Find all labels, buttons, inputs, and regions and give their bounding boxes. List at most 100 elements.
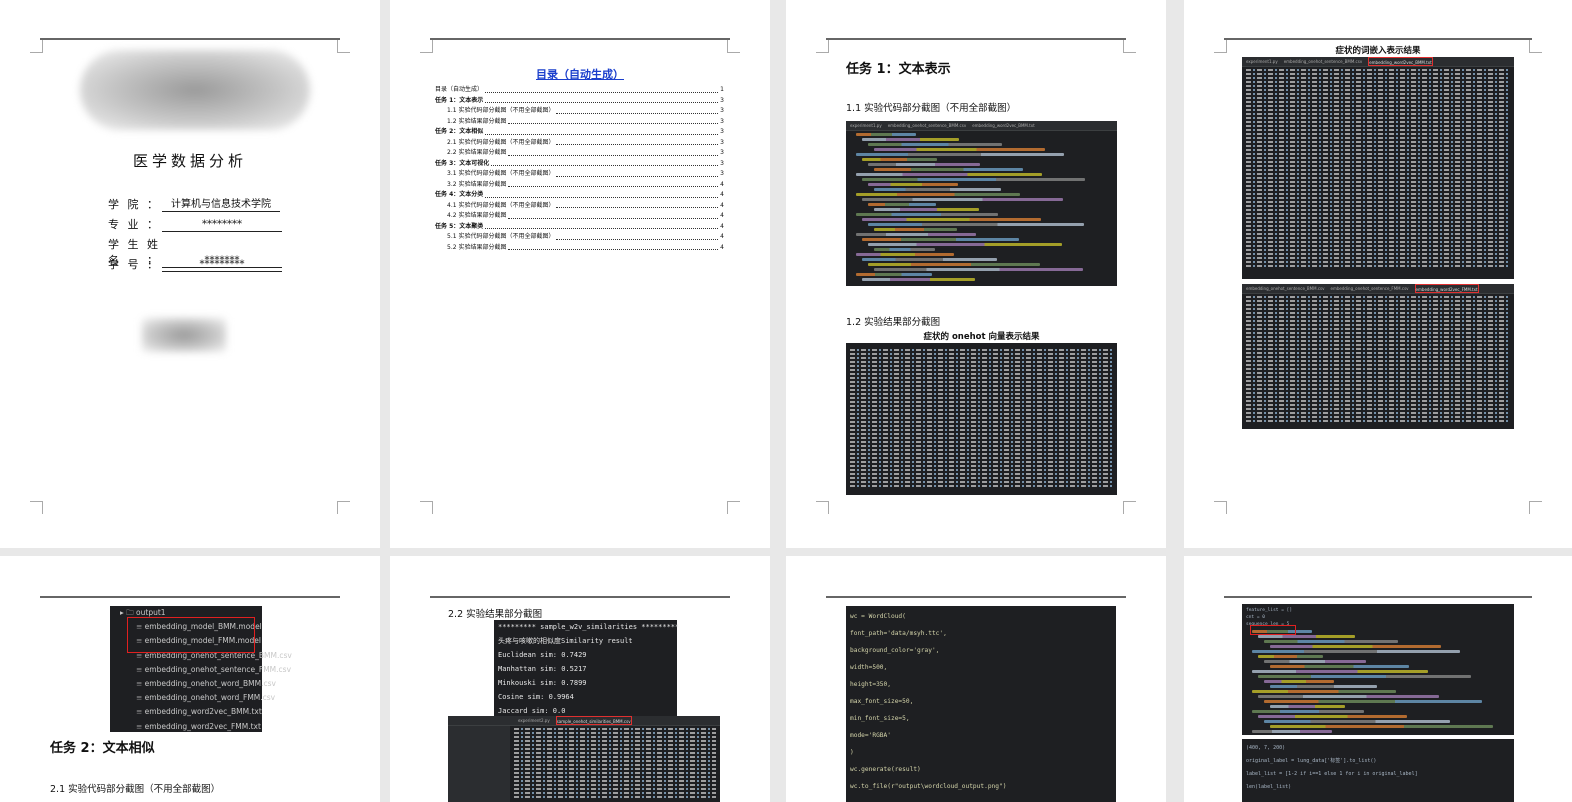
toc-entry[interactable]: 2.1 实验代码部分截图（不用全部截图） 3 <box>435 138 724 149</box>
wordcloud-code-screenshot: wc = WordCloud( font_path='data/msyh.ttc… <box>846 606 1116 802</box>
toc-entry-text: 4.1 实验代码部分截图（不用全部截图） <box>447 201 555 209</box>
crop-mark <box>30 501 43 514</box>
toc-entry[interactable]: 5.1 实验代码部分截图（不用全部截图） 4 <box>435 232 724 243</box>
word2vec-screenshot-top: experiment1.py embedding_onehot_sentence… <box>1242 57 1514 279</box>
output-line <box>514 736 716 738</box>
toc-entry[interactable]: 任务 2：文本相似 3 <box>435 127 724 138</box>
code-line <box>874 248 935 251</box>
terminal-line: 头疼与咳嗽的相似度Similarity result <box>498 637 633 645</box>
editor-tabs: experiment1.py embedding_onehot_sentence… <box>1242 57 1514 67</box>
code-text-line: background_color='gray', <box>850 647 940 654</box>
output-line <box>514 768 716 770</box>
editor-tabs: experiment1.py embedding_onehot_sentence… <box>846 121 1117 131</box>
toc-leader-dots <box>485 127 719 135</box>
toc-page-number: 3 <box>720 117 724 125</box>
toc-title[interactable]: 目录（自动生成） <box>390 66 770 82</box>
toc-entry[interactable]: 目录（自动生成） 1 <box>435 85 724 96</box>
file-row[interactable]: ≡ embedding_word2vec_BMM.txt <box>110 705 262 719</box>
toc-leader-dots <box>556 201 719 208</box>
toc-entry[interactable]: 5.2 实验结果部分截图 4 <box>435 243 724 254</box>
editor-tab: experiment2.py <box>518 718 550 723</box>
toc-leader-dots <box>508 117 719 124</box>
field-label: 学号： <box>108 258 158 271</box>
toc-entry[interactable]: 1.2 实验结果部分截图 3 <box>435 117 724 128</box>
output-line <box>1246 388 1510 390</box>
toc-entry[interactable]: 任务 1：文本表示 3 <box>435 96 724 107</box>
toc-entry-text: 2.1 实验代码部分截图（不用全部截图） <box>447 138 555 146</box>
file-icon: ≡ <box>136 693 145 703</box>
file-row[interactable]: ≡ embedding_onehot_sentence_FMM.csv <box>110 663 291 677</box>
output-lines <box>1242 69 1514 267</box>
crop-mark <box>337 40 350 53</box>
output-line <box>1246 265 1510 267</box>
output-line <box>1246 213 1510 215</box>
output-line <box>1246 296 1510 298</box>
toc-entry[interactable]: 4.2 实验结果部分截图 4 <box>435 211 724 222</box>
output-line <box>1246 197 1510 199</box>
toc-entry[interactable]: 2.2 实验结果部分截图 3 <box>435 148 724 159</box>
toc-entry-text: 5.2 实验结果部分截图 <box>447 243 507 251</box>
editor-tab-selected: embedding_word2vec_BMM.txt <box>1368 57 1433 66</box>
toc-page-number: 4 <box>720 201 724 209</box>
toc-entry[interactable]: 4.1 实验代码部分截图（不用全部截图） 4 <box>435 201 724 212</box>
code-line <box>874 208 979 211</box>
toc-entry[interactable]: 任务 3：文本可视化 3 <box>435 159 724 170</box>
toc-page-number: 1 <box>720 86 724 93</box>
crop-mark <box>420 40 433 53</box>
output-line <box>1246 229 1510 231</box>
highlight-box <box>127 617 255 653</box>
subsection-heading: 1.1 实验代码部分截图（不用全部截图） <box>846 103 1017 114</box>
toc-entry-text: 3.1 实验代码部分截图（不用全部截图） <box>447 170 555 177</box>
similarity-terminal: ********* sample_w2v_similarities ******… <box>494 620 680 718</box>
code-text-line: wc.to_file(r"output\wordcloud_output.png… <box>850 783 1007 790</box>
code-line <box>1252 730 1332 733</box>
code-line <box>862 158 937 161</box>
output-line <box>1246 257 1510 259</box>
toc-entry-text: 任务 3：文本可视化 <box>435 159 490 167</box>
output-line <box>1246 137 1510 139</box>
toc-list: 目录（自动生成） 1 任务 1：文本表示 3 1.1 实验代码部分截图（不用全部截图） 3… <box>435 85 724 253</box>
toc-page-number: 4 <box>720 222 724 230</box>
label-code-screenshot: (400, 7, 200) original_label = lung_data[… <box>1242 739 1514 802</box>
toc-entry[interactable]: 任务 5：文本聚类 4 <box>435 222 724 233</box>
output-line <box>1246 69 1510 71</box>
terminal-line: ********* sample_w2v_similarities ******… <box>498 623 680 631</box>
output-line <box>850 381 1113 383</box>
code-text-line: wc.generate(result) <box>850 766 921 773</box>
toc-entry-text: 任务 4：文本分类 <box>435 191 484 198</box>
file-row[interactable]: ≡ embedding_onehot_word_BMM.csv <box>110 677 276 691</box>
code-line <box>856 193 1020 196</box>
toc-entry-text: 任务 5：文本聚类 <box>435 222 484 230</box>
output-line <box>850 401 1113 403</box>
output-line <box>1246 177 1510 179</box>
code-line <box>874 228 957 231</box>
file-icon: ≡ <box>136 678 145 688</box>
toc-page-number: 3 <box>720 138 724 146</box>
toc-entry[interactable]: 1.1 实验代码部分截图（不用全部截图） 3 <box>435 106 724 117</box>
toc-entry[interactable]: 3.2 实验结果部分截图 4 <box>435 180 724 191</box>
toc-entry[interactable]: 任务 4：文本分类 4 <box>435 190 724 201</box>
output-line <box>1246 368 1510 370</box>
toc-entry[interactable]: 3.1 实验代码部分截图（不用全部截图） 3 <box>435 169 724 180</box>
output-line <box>1246 396 1510 398</box>
file-row[interactable]: ≡ embedding_word2vec_FMM.txt <box>110 720 262 734</box>
code-line <box>874 148 1045 151</box>
code-text-line: width=500, <box>850 664 888 671</box>
output-line <box>1246 157 1510 159</box>
code-line <box>868 263 1040 266</box>
output-line <box>850 453 1113 455</box>
similarity-csv-screenshot: experiment2.py sample_onehot_similaritie… <box>448 716 720 802</box>
output-line <box>1246 372 1510 374</box>
output-line <box>850 473 1113 475</box>
code-line <box>1258 695 1439 698</box>
output-line <box>514 780 716 782</box>
output-line <box>1246 352 1510 354</box>
output-line <box>1246 233 1510 235</box>
file-row[interactable]: ≡ embedding_onehot_word_FMM.csv <box>110 691 275 705</box>
page-feature-code: feature_list = [] cnt = 0 sequence_len = 5… <box>1184 556 1572 802</box>
toc-page-number: 4 <box>720 243 724 251</box>
output-line <box>850 417 1113 419</box>
code-text-line: len(label_list) <box>1246 784 1292 790</box>
output-line <box>1246 376 1510 378</box>
code-line <box>862 278 975 281</box>
